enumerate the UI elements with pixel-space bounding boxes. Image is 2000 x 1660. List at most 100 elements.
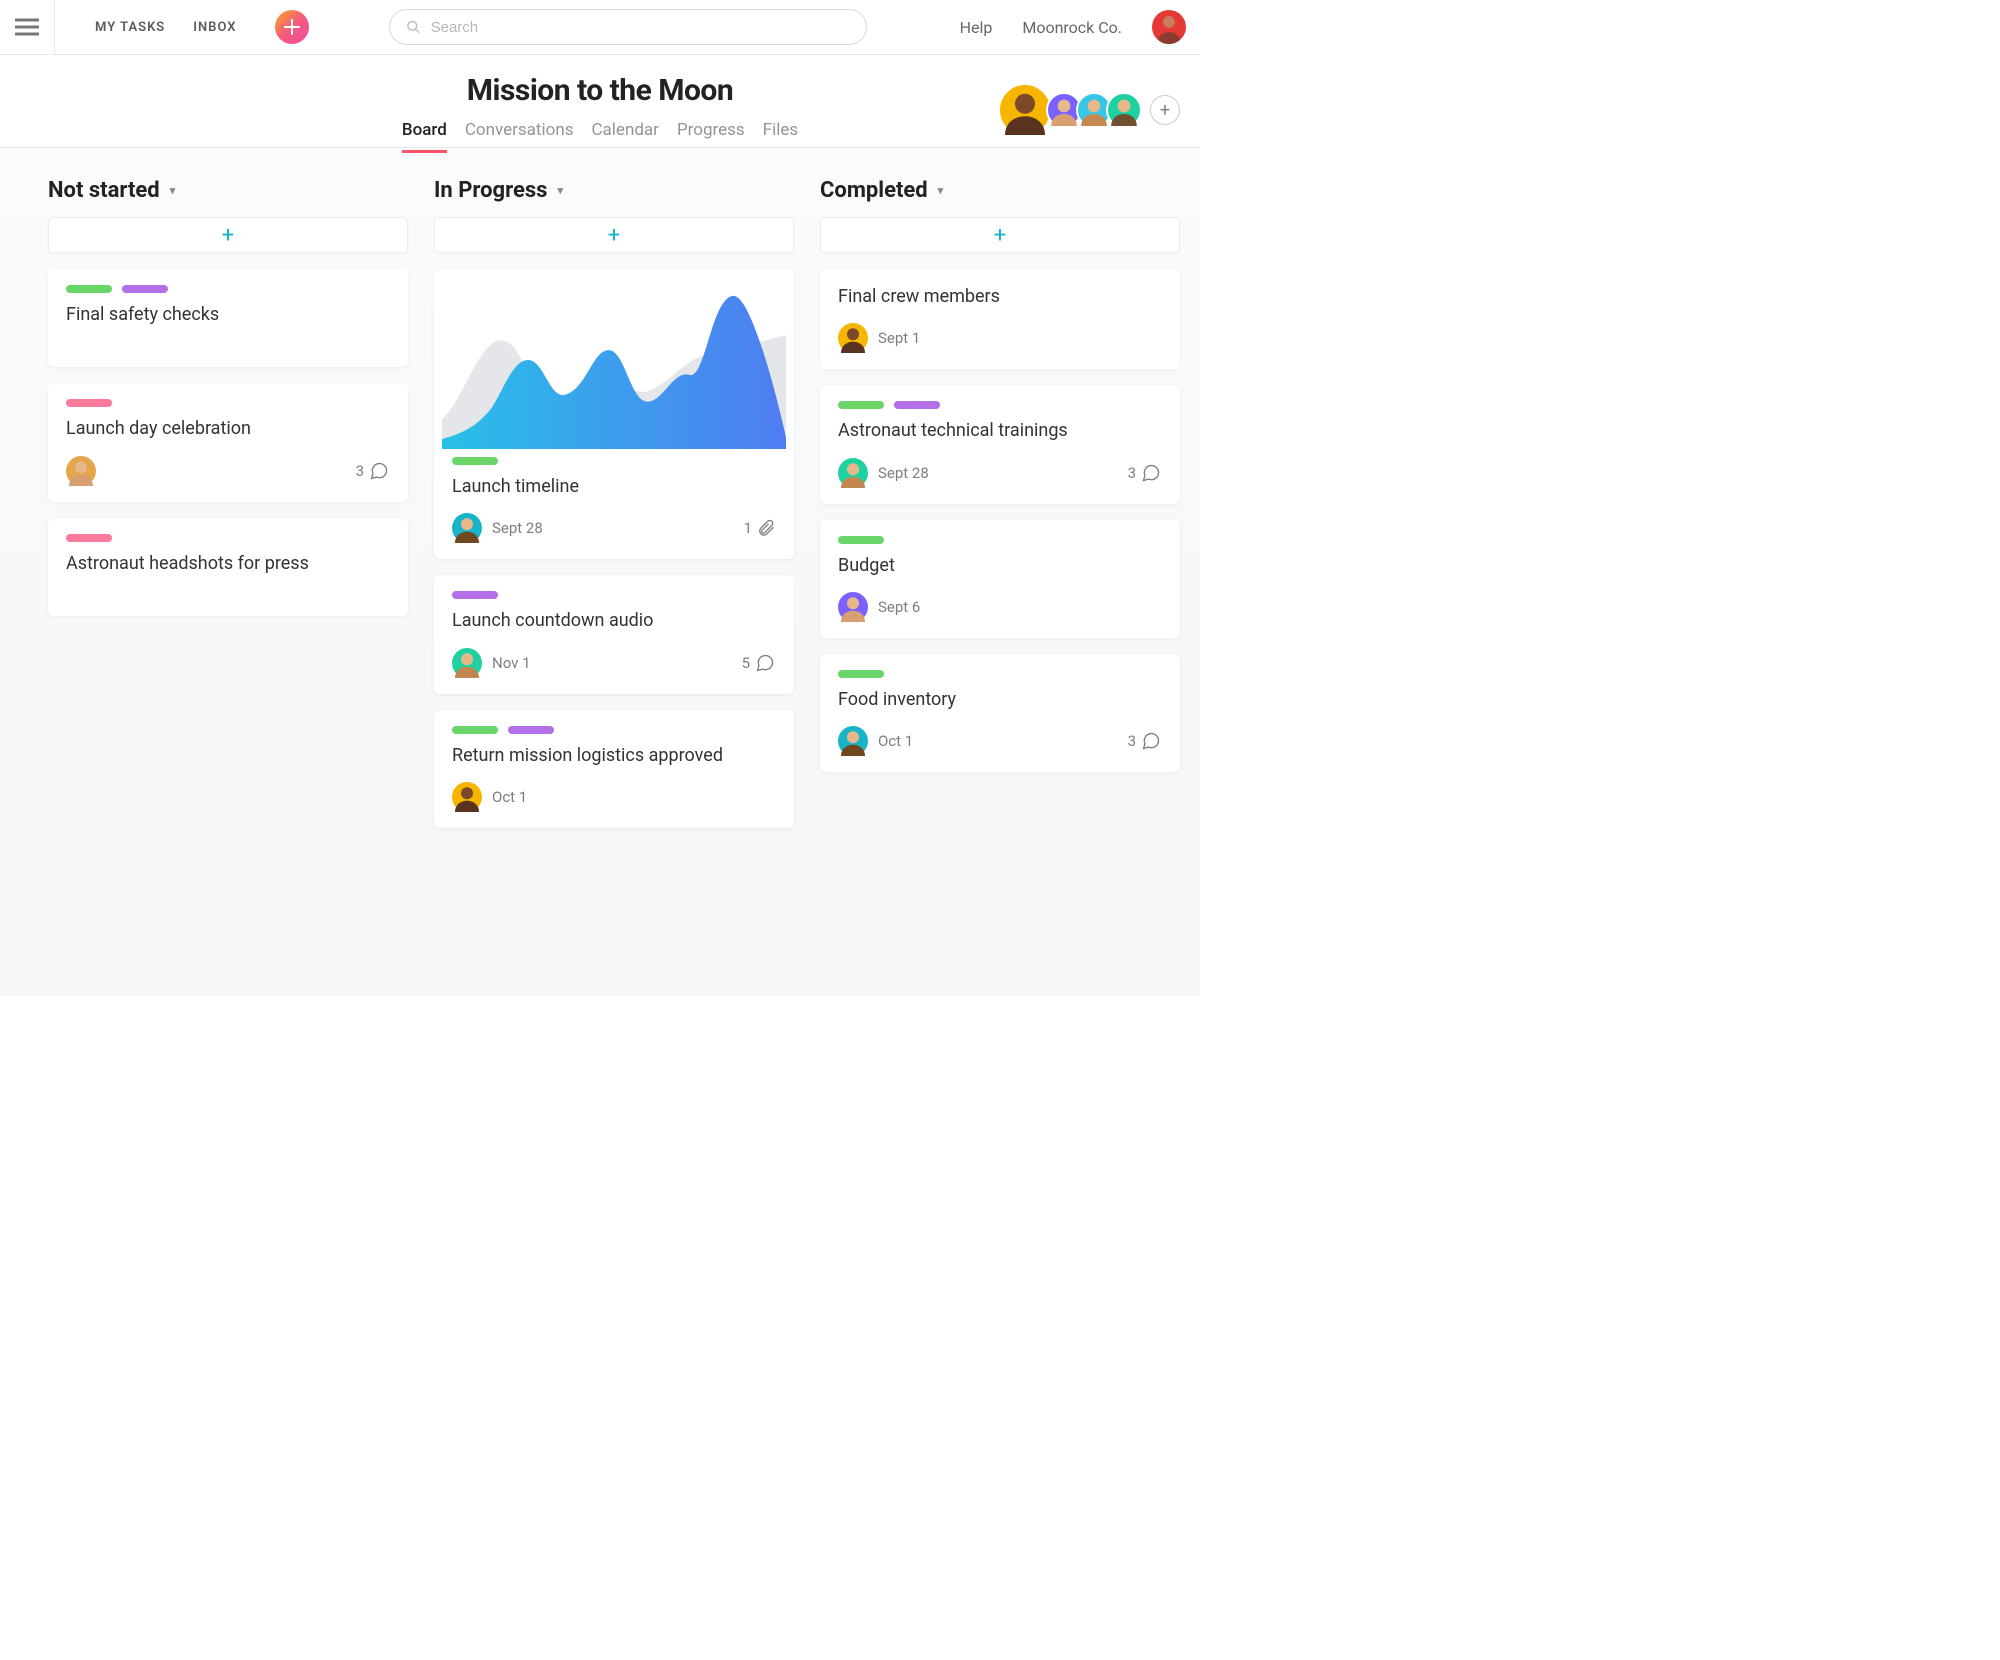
top-bar: MY TASKS INBOX Help Moonrock Co. xyxy=(0,0,1200,55)
card-footer: 3 xyxy=(66,456,390,486)
task-card[interactable]: Astronaut technical trainings Sept 28 3 xyxy=(820,385,1180,503)
tag-row xyxy=(452,591,776,599)
hamburger-menu-button[interactable] xyxy=(0,0,55,55)
project-members: + xyxy=(998,83,1180,137)
assignee-avatar[interactable] xyxy=(66,456,96,486)
tag-purple xyxy=(508,726,554,734)
column-header[interactable]: Completed ▾ xyxy=(820,178,1180,203)
comment-icon xyxy=(1140,463,1162,483)
tag-pink xyxy=(66,534,112,542)
task-card[interactable]: Launch day celebration 3 xyxy=(48,383,408,501)
tag-row xyxy=(434,457,794,465)
card-title: Return mission logistics approved xyxy=(452,744,776,768)
column-in-progress: In Progress ▾ + Launch timeline xyxy=(434,178,794,996)
chevron-down-icon: ▾ xyxy=(557,184,563,197)
search-icon xyxy=(406,19,421,35)
add-card-button[interactable]: + xyxy=(434,217,794,253)
assignee-avatar[interactable] xyxy=(838,458,868,488)
tag-row xyxy=(838,670,1162,678)
person-icon xyxy=(66,456,96,486)
assignee-avatar[interactable] xyxy=(452,648,482,678)
card-date: Oct 1 xyxy=(878,732,913,750)
person-icon xyxy=(452,782,482,812)
attachment-count[interactable]: 1 xyxy=(744,518,776,538)
comment-count[interactable]: 3 xyxy=(1128,463,1162,483)
tab-conversations[interactable]: Conversations xyxy=(465,120,574,153)
task-card[interactable]: Budget Sept 6 xyxy=(820,520,1180,638)
member-avatar[interactable] xyxy=(1106,92,1142,128)
person-icon xyxy=(838,592,868,622)
tab-files[interactable]: Files xyxy=(763,120,798,153)
column-header[interactable]: Not started ▾ xyxy=(48,178,408,203)
tag-purple xyxy=(122,285,168,293)
tab-board[interactable]: Board xyxy=(402,120,447,153)
column-title: In Progress xyxy=(434,178,547,203)
card-footer: Nov 1 5 xyxy=(452,648,776,678)
column-title: Completed xyxy=(820,178,928,203)
card-date: Sept 6 xyxy=(878,598,920,616)
search-bar[interactable] xyxy=(389,9,867,45)
comment-count[interactable]: 3 xyxy=(1128,731,1162,751)
card-title: Astronaut headshots for press xyxy=(66,552,390,576)
card-sparkline-chart xyxy=(434,269,794,449)
card-footer: Sept 28 1 xyxy=(434,513,794,543)
card-date: Nov 1 xyxy=(492,654,531,672)
assignee-avatar[interactable] xyxy=(838,726,868,756)
member-avatar[interactable] xyxy=(998,83,1052,137)
org-switcher[interactable]: Moonrock Co. xyxy=(1022,18,1122,37)
card-title: Final crew members xyxy=(838,285,1162,309)
assignee-avatar[interactable] xyxy=(452,513,482,543)
tag-green xyxy=(66,285,112,293)
task-card[interactable]: Launch timeline Sept 28 1 xyxy=(434,269,794,559)
assignee-avatar[interactable] xyxy=(838,323,868,353)
help-link[interactable]: Help xyxy=(960,18,993,37)
project-header: Mission to the Moon Board Conversations … xyxy=(0,55,1200,148)
tag-row xyxy=(66,285,390,293)
card-title: Food inventory xyxy=(838,688,1162,712)
tag-row xyxy=(838,401,1162,409)
task-card[interactable]: Return mission logistics approved Oct 1 xyxy=(434,710,794,828)
tag-row xyxy=(66,399,390,407)
task-card[interactable]: Final safety checks xyxy=(48,269,408,367)
person-icon xyxy=(838,323,868,353)
search-input[interactable] xyxy=(431,19,850,36)
tab-progress[interactable]: Progress xyxy=(677,120,745,153)
tag-purple xyxy=(452,591,498,599)
user-avatar[interactable] xyxy=(1152,10,1186,44)
person-icon xyxy=(452,513,482,543)
task-card[interactable]: Launch countdown audio Nov 1 5 xyxy=(434,575,794,693)
card-title: Launch day celebration xyxy=(66,417,390,441)
tag-row xyxy=(838,536,1162,544)
add-card-button[interactable]: + xyxy=(48,217,408,253)
comment-icon xyxy=(368,461,390,481)
new-task-button[interactable] xyxy=(275,10,309,44)
task-card[interactable]: Food inventory Oct 1 3 xyxy=(820,654,1180,772)
paperclip-icon xyxy=(756,518,776,538)
tag-green xyxy=(452,457,498,465)
assignee-avatar[interactable] xyxy=(838,592,868,622)
add-member-button[interactable]: + xyxy=(1150,95,1180,125)
add-card-button[interactable]: + xyxy=(820,217,1180,253)
tag-green xyxy=(838,401,884,409)
card-date: Sept 28 xyxy=(492,519,543,537)
comment-icon xyxy=(754,653,776,673)
card-date: Oct 1 xyxy=(492,788,527,806)
column-completed: Completed ▾ + Final crew members Sept 1 … xyxy=(820,178,1180,996)
task-card[interactable]: Final crew members Sept 1 xyxy=(820,269,1180,369)
comment-count[interactable]: 3 xyxy=(356,461,390,481)
tag-purple xyxy=(894,401,940,409)
column-header[interactable]: In Progress ▾ xyxy=(434,178,794,203)
person-icon xyxy=(1108,94,1140,126)
card-title: Astronaut technical trainings xyxy=(838,419,1162,443)
nav-my-tasks[interactable]: MY TASKS xyxy=(95,20,165,35)
nav-inbox[interactable]: INBOX xyxy=(193,20,236,35)
card-footer: Oct 1 3 xyxy=(838,726,1162,756)
comment-count[interactable]: 5 xyxy=(742,653,776,673)
task-card[interactable]: Astronaut headshots for press xyxy=(48,518,408,616)
chevron-down-icon: ▾ xyxy=(170,184,176,197)
board: Not started ▾ + Final safety checks Laun… xyxy=(0,148,1200,996)
person-icon xyxy=(838,726,868,756)
top-nav-links: MY TASKS INBOX xyxy=(95,10,309,44)
tab-calendar[interactable]: Calendar xyxy=(591,120,658,153)
assignee-avatar[interactable] xyxy=(452,782,482,812)
